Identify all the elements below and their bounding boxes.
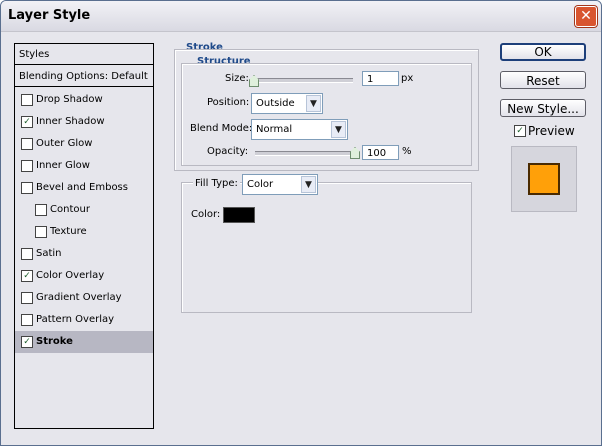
style-item-label: Satin <box>36 248 62 259</box>
style-item-label: Inner Shadow <box>36 116 105 127</box>
style-item-label: Outer Glow <box>36 138 93 149</box>
style-item-outer-glow[interactable]: Outer Glow <box>15 133 153 155</box>
style-item-checkbox[interactable] <box>35 226 47 238</box>
blend-mode-select[interactable]: Normal ▼ <box>251 119 348 140</box>
size-unit: px <box>401 73 414 84</box>
preview-swatch <box>528 163 560 195</box>
blend-mode-value: Normal <box>256 124 293 135</box>
styles-header[interactable]: Styles <box>15 44 153 65</box>
style-item-checkbox[interactable] <box>21 292 33 304</box>
style-item-label: Bevel and Emboss <box>36 182 128 193</box>
style-item-checkbox[interactable]: ✓ <box>21 270 33 282</box>
position-select[interactable]: Outside ▼ <box>251 93 323 114</box>
preview-label: Preview <box>528 124 575 138</box>
style-item-checkbox[interactable]: ✓ <box>21 336 33 348</box>
style-item-checkbox[interactable] <box>21 248 33 260</box>
fill-type-select[interactable]: Color ▼ <box>242 174 318 195</box>
check-icon: ✓ <box>516 126 524 136</box>
fill-fieldset <box>181 182 472 313</box>
opacity-label: Opacity: <box>207 146 249 157</box>
blending-options-item[interactable]: Blending Options: Default <box>15 66 153 87</box>
opacity-slider-track[interactable] <box>255 151 358 156</box>
style-item-color-overlay[interactable]: ✓ Color Overlay <box>15 265 153 287</box>
check-icon: ✓ <box>23 117 31 127</box>
style-item-checkbox[interactable]: ✓ <box>21 116 33 128</box>
size-slider-track[interactable] <box>253 78 353 83</box>
style-item-stroke[interactable]: ✓ Stroke <box>15 331 153 353</box>
style-item-inner-glow[interactable]: Inner Glow <box>15 155 153 177</box>
style-item-texture[interactable]: Texture <box>15 221 153 243</box>
blend-mode-label: Blend Mode: <box>190 123 253 134</box>
styles-list: Styles Blending Options: Default Drop Sh… <box>14 43 154 429</box>
close-button[interactable]: ✕ <box>575 6 597 27</box>
size-label: Size: <box>225 73 249 84</box>
chevron-down-icon: ▼ <box>301 176 316 193</box>
title-bar: Layer Style ✕ <box>1 1 601 32</box>
style-item-checkbox[interactable] <box>21 94 33 106</box>
style-item-gradient-overlay[interactable]: Gradient Overlay <box>15 287 153 309</box>
style-item-checkbox[interactable] <box>21 160 33 172</box>
color-label: Color: <box>191 209 221 220</box>
reset-button[interactable]: Reset <box>500 71 586 89</box>
preview-checkbox[interactable]: ✓ <box>514 125 526 137</box>
fill-type-label: Fill Type: <box>193 178 240 189</box>
style-item-satin[interactable]: Satin <box>15 243 153 265</box>
style-item-label: Stroke <box>36 336 73 347</box>
chevron-down-icon: ▼ <box>306 95 321 112</box>
close-icon: ✕ <box>580 8 592 24</box>
check-icon: ✓ <box>23 271 31 281</box>
ok-button[interactable]: OK <box>500 43 586 61</box>
style-item-checkbox[interactable] <box>21 138 33 150</box>
stroke-color-swatch[interactable] <box>223 207 255 223</box>
size-input[interactable]: 1 <box>362 71 399 86</box>
style-item-contour[interactable]: Contour <box>15 199 153 221</box>
position-value: Outside <box>256 98 295 109</box>
fill-type-value: Color <box>247 179 274 190</box>
style-item-label: Gradient Overlay <box>36 292 122 303</box>
style-item-drop-shadow[interactable]: Drop Shadow <box>15 89 153 111</box>
style-item-label: Drop Shadow <box>36 94 103 105</box>
style-item-bevel-and-emboss[interactable]: Bevel and Emboss <box>15 177 153 199</box>
style-item-label: Texture <box>50 226 87 237</box>
style-item-label: Contour <box>50 204 90 215</box>
opacity-unit: % <box>402 146 412 157</box>
preview-thumbnail <box>511 146 577 212</box>
layer-style-dialog: Layer Style ✕ Styles Blending Options: D… <box>0 0 602 446</box>
style-item-pattern-overlay[interactable]: Pattern Overlay <box>15 309 153 331</box>
opacity-input[interactable]: 100 <box>362 145 399 160</box>
position-label: Position: <box>207 97 250 108</box>
style-item-label: Color Overlay <box>36 270 105 281</box>
chevron-down-icon: ▼ <box>331 121 346 138</box>
style-item-label: Inner Glow <box>36 160 90 171</box>
check-icon: ✓ <box>23 337 31 347</box>
style-item-checkbox[interactable] <box>21 314 33 326</box>
style-item-inner-shadow[interactable]: ✓ Inner Shadow <box>15 111 153 133</box>
window-title: Layer Style <box>8 8 91 23</box>
style-item-label: Pattern Overlay <box>36 314 115 325</box>
style-item-checkbox[interactable] <box>21 182 33 194</box>
new-style-button[interactable]: New Style... <box>500 99 586 117</box>
style-item-checkbox[interactable] <box>35 204 47 216</box>
